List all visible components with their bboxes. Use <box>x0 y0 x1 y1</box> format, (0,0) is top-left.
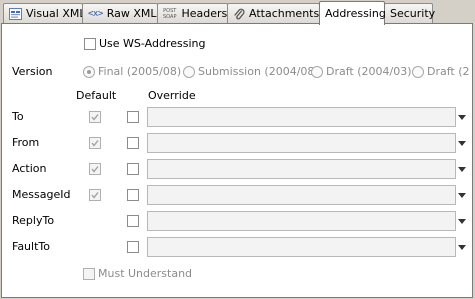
version-radio-final[interactable] <box>83 66 95 78</box>
tab-label: Raw XML <box>106 7 157 20</box>
default-checkbox-from[interactable] <box>89 137 101 149</box>
tab-visual-xml[interactable]: Visual XML <box>3 3 86 23</box>
tab-addressing[interactable]: Addressing <box>319 1 386 25</box>
raw-xml-icon: <x> <box>88 8 103 19</box>
action-value-combobox[interactable] <box>147 159 456 179</box>
tab-label: Addressing <box>325 7 386 20</box>
field-label-to: To <box>12 110 24 123</box>
override-checkbox-action[interactable] <box>127 163 139 175</box>
version-option-draft-2: Draft (2 <box>427 65 469 78</box>
from-value-combobox[interactable] <box>147 133 456 153</box>
tab-label: Headers <box>181 7 228 20</box>
chevron-down-icon[interactable] <box>458 245 466 250</box>
override-checkbox-from[interactable] <box>127 137 139 149</box>
faultto-value-combobox[interactable] <box>147 237 456 257</box>
tab-raw-xml[interactable]: <x> Raw XML <box>82 3 158 23</box>
default-checkbox-messageid[interactable] <box>89 189 101 201</box>
paperclip-icon <box>233 7 245 21</box>
version-option-final: Final (2005/08) <box>98 65 182 78</box>
chevron-down-icon[interactable] <box>458 193 466 198</box>
version-radio-submission[interactable] <box>183 66 195 78</box>
visual-xml-icon <box>9 7 22 20</box>
field-label-messageid: MessageId <box>12 188 71 201</box>
chevron-down-icon[interactable] <box>458 115 466 120</box>
field-label-replyto: ReplyTo <box>12 214 55 227</box>
must-understand-checkbox[interactable] <box>83 268 95 280</box>
replyto-value-combobox[interactable] <box>147 211 456 231</box>
override-checkbox-faultto[interactable] <box>127 241 139 253</box>
tab-security[interactable]: Security <box>384 3 436 23</box>
use-ws-addressing-checkbox[interactable] <box>84 38 96 50</box>
version-label: Version <box>12 65 53 78</box>
tab-label: Visual XML <box>26 7 86 20</box>
messageid-value-combobox[interactable] <box>147 185 456 205</box>
tab-attachments[interactable]: Attachments <box>227 3 320 23</box>
version-option-submission: Submission (2004/08) <box>198 65 319 78</box>
version-radio-draft-2004-03[interactable] <box>311 66 323 78</box>
chevron-down-icon[interactable] <box>458 141 466 146</box>
use-ws-addressing-label: Use WS-Addressing <box>99 37 206 50</box>
version-option-draft-2004-03: Draft (2004/03) <box>326 65 412 78</box>
tab-bar: Visual XML <x> Raw XML POST SOAP Headers… <box>0 0 475 25</box>
override-column-header: Override <box>148 89 196 102</box>
field-label-from: From <box>12 136 40 149</box>
override-checkbox-messageid[interactable] <box>127 189 139 201</box>
tab-label: Security <box>390 7 436 20</box>
chevron-down-icon[interactable] <box>458 219 466 224</box>
chevron-down-icon[interactable] <box>458 167 466 172</box>
default-column-header: Default <box>76 89 117 102</box>
field-label-faultto: FaultTo <box>12 240 50 253</box>
tab-label: Attachments <box>249 7 320 20</box>
override-checkbox-to[interactable] <box>127 111 139 123</box>
to-value-combobox[interactable] <box>147 107 456 127</box>
version-radio-draft-2[interactable] <box>412 66 424 78</box>
field-label-action: Action <box>12 162 47 175</box>
override-checkbox-replyto[interactable] <box>127 215 139 227</box>
must-understand-label: Must Understand <box>98 267 193 280</box>
default-checkbox-to[interactable] <box>89 111 101 123</box>
default-checkbox-action[interactable] <box>89 163 101 175</box>
post-soap-icon: POST SOAP <box>163 7 177 20</box>
tab-headers[interactable]: POST SOAP Headers <box>157 3 228 23</box>
